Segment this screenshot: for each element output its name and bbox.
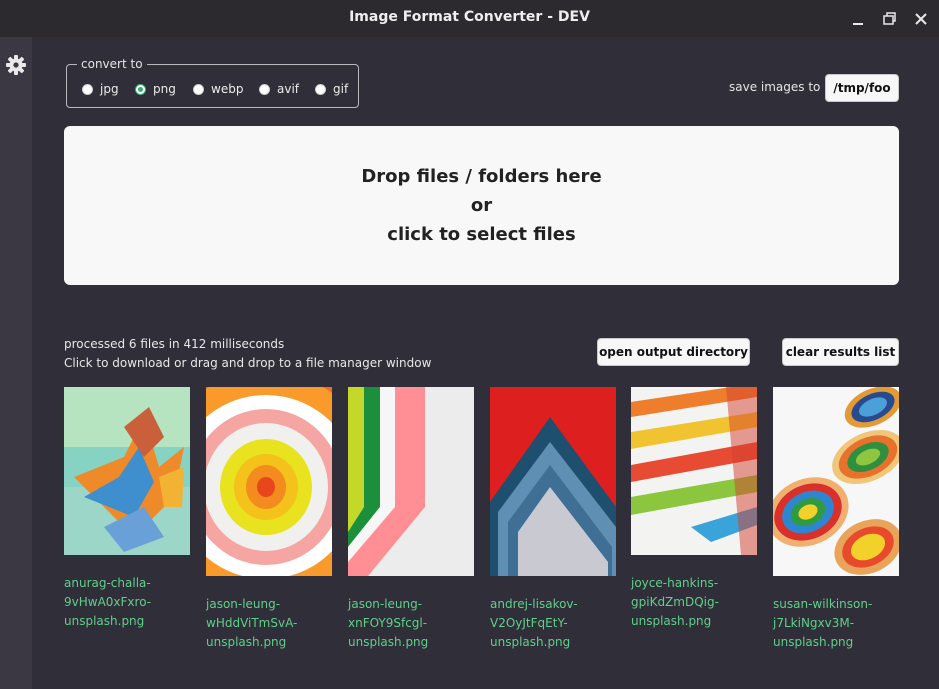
drop-zone-line2: or — [470, 195, 493, 216]
window-title: Image Format Converter - DEV — [349, 9, 590, 25]
result-thumbnail-5[interactable] — [631, 387, 757, 555]
sidebar — [0, 37, 32, 689]
result-caption-3[interactable]: jason-leung- xnFOY9Sfcgl- unsplash.png — [348, 595, 478, 652]
radio-gif-label: gif — [333, 82, 349, 96]
drop-zone-line3: click to select files — [387, 224, 576, 245]
radio-avif[interactable]: avif — [259, 81, 299, 97]
caption-line: unsplash.png — [773, 635, 854, 649]
output-path-button[interactable]: /tmp/foo — [825, 74, 899, 102]
caption-line: anurag-challa- — [64, 576, 151, 590]
radio-avif-label: avif — [277, 82, 300, 96]
radio-jpg-label: jpg — [100, 82, 119, 96]
radio-jpg[interactable]: jpg — [82, 81, 119, 97]
radio-webp-label: webp — [211, 82, 244, 96]
radio-png-label: png — [153, 82, 176, 96]
result-caption-4[interactable]: andrej-lisakov- V2OyJtFqEtY- unsplash.pn… — [490, 595, 620, 652]
caption-line: jason-leung- — [348, 597, 423, 611]
caption-line: j7LkiNgxv3M- — [773, 616, 855, 630]
maximize-icon[interactable] — [879, 9, 899, 29]
gear-icon[interactable] — [5, 54, 27, 76]
download-hint: Click to download or drag and drop to a … — [64, 356, 432, 370]
radio-webp[interactable]: webp — [193, 81, 243, 97]
open-output-directory-button[interactable]: open output directory — [597, 338, 750, 366]
radio-png-dot[interactable] — [135, 83, 146, 95]
result-caption-1[interactable]: anurag-challa- 9vHwA0xFxro- unsplash.png — [64, 574, 194, 631]
caption-line: V2OyJtFqEtY- — [490, 616, 568, 630]
title-bar: Image Format Converter - DEV — [0, 0, 939, 37]
caption-line: gpiKdZmDQig- — [631, 595, 719, 609]
radio-gif[interactable]: gif — [315, 81, 348, 97]
caption-line: jason-leung- — [206, 597, 281, 611]
close-icon[interactable] — [911, 9, 931, 29]
result-thumbnail-4[interactable] — [490, 387, 616, 576]
result-thumbnail-3[interactable] — [348, 387, 474, 576]
drop-zone[interactable]: Drop files / folders here or click to se… — [64, 126, 899, 285]
processed-text: processed 6 files in 412 milliseconds — [64, 337, 285, 351]
caption-line: xnFOY9Sfcgl- — [348, 616, 428, 630]
result-caption-2[interactable]: jason-leung- wHddViTmSvA- unsplash.png — [206, 595, 336, 652]
radio-avif-dot[interactable] — [259, 83, 270, 95]
caption-line: unsplash.png — [631, 614, 712, 628]
radio-gif-dot[interactable] — [315, 83, 326, 95]
minimize-icon[interactable] — [848, 9, 868, 29]
caption-line: unsplash.png — [206, 635, 287, 649]
radio-jpg-dot[interactable] — [82, 83, 93, 95]
radio-png[interactable]: png — [135, 81, 176, 97]
results-status: processed 6 files in 412 milliseconds Cl… — [64, 335, 431, 373]
caption-line: 9vHwA0xFxro- — [64, 595, 152, 609]
caption-line: andrej-lisakov- — [490, 597, 578, 611]
caption-line: susan-wilkinson- — [773, 597, 873, 611]
save-images-label: save images to — [729, 80, 821, 94]
caption-line: unsplash.png — [490, 635, 571, 649]
result-caption-6[interactable]: susan-wilkinson- j7LkiNgxv3M- unsplash.p… — [773, 595, 903, 652]
drop-zone-line1: Drop files / folders here — [361, 166, 602, 187]
result-caption-5[interactable]: joyce-hankins- gpiKdZmDQig- unsplash.png — [631, 574, 761, 631]
caption-line: unsplash.png — [348, 635, 429, 649]
caption-line: wHddViTmSvA- — [206, 616, 298, 630]
caption-line: unsplash.png — [64, 614, 145, 628]
caption-line: joyce-hankins- — [631, 576, 719, 590]
result-thumbnail-6[interactable] — [773, 387, 899, 576]
convert-to-legend: convert to — [81, 57, 143, 71]
result-thumbnail-2[interactable] — [206, 387, 332, 576]
result-thumbnail-1[interactable] — [64, 387, 190, 555]
radio-webp-dot[interactable] — [193, 83, 204, 95]
clear-results-button[interactable]: clear results list — [782, 338, 899, 366]
